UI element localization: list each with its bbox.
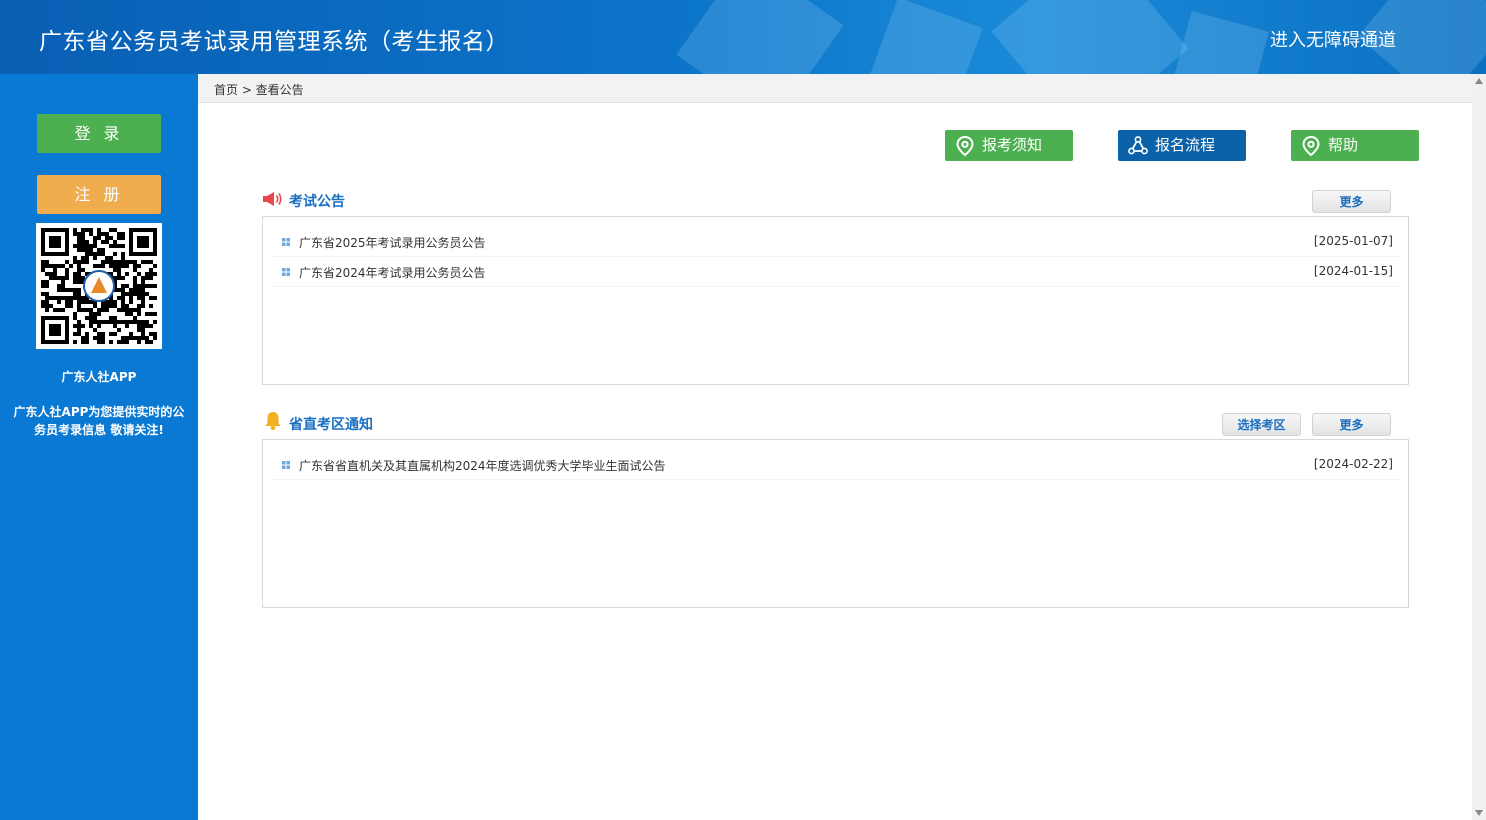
grid-bullet-icon xyxy=(282,461,290,469)
breadcrumb: 首页 > 查看公告 xyxy=(214,83,304,97)
notice-title[interactable]: 广东省省直机关及其直属机构2024年度选调优秀大学毕业生面试公告 xyxy=(299,457,666,474)
breadcrumb-bar: 首页 > 查看公告 xyxy=(198,74,1472,103)
announcement-title[interactable]: 广东省2025年考试录用公务员公告 xyxy=(299,234,486,251)
header-banner: 广东省公务员考试录用管理系统（考生报名） 进入无障碍通道 xyxy=(0,0,1486,74)
app-description: 广东人社APP为您提供实时的公务员考录信息 敬请关注! xyxy=(13,405,185,437)
help-label: 帮助 xyxy=(1328,136,1359,154)
location-pin-icon xyxy=(956,135,974,157)
app-name: 广东人社APP xyxy=(61,370,137,384)
location-pin-icon xyxy=(1302,135,1320,157)
page-title: 广东省公务员考试录用管理系统（考生报名） xyxy=(39,29,509,55)
district-notices-more-button[interactable]: 更多 xyxy=(1312,413,1391,436)
list-item[interactable]: 广东省2025年考试录用公务员公告 [2025-01-07] xyxy=(273,227,1401,257)
exam-notice-label: 报考须知 xyxy=(982,136,1043,154)
announcement-date: [2024-01-15] xyxy=(1313,264,1393,278)
scroll-up-icon[interactable] xyxy=(1475,78,1483,84)
sidebar: 登 录 注 册 广东人社APP 广东人社APP为您提供实时的公务员考录信息 敬请… xyxy=(0,74,198,820)
help-button[interactable]: 帮助 xyxy=(1291,130,1419,161)
qr-code-icon xyxy=(36,223,162,349)
exam-notice-button[interactable]: 报考须知 xyxy=(945,130,1073,161)
registration-flow-label: 报名流程 xyxy=(1155,136,1216,154)
exam-announcements-title: 考试公告 xyxy=(289,194,345,210)
share-triangle-icon xyxy=(1128,136,1148,155)
notice-date: [2024-02-22] xyxy=(1313,457,1393,471)
vertical-scrollbar[interactable] xyxy=(1472,74,1486,820)
announcement-title[interactable]: 广东省2024年考试录用公务员公告 xyxy=(299,264,486,281)
district-notices-panel: 广东省省直机关及其直属机构2024年度选调优秀大学毕业生面试公告 [2024-0… xyxy=(262,439,1409,608)
scroll-down-icon[interactable] xyxy=(1475,810,1483,816)
register-button[interactable]: 注 册 xyxy=(37,175,161,214)
accessible-channel-link[interactable]: 进入无障碍通道 xyxy=(1270,26,1396,52)
grid-bullet-icon xyxy=(282,238,290,246)
exam-announcements-more-button[interactable]: 更多 xyxy=(1312,190,1391,213)
bell-icon xyxy=(265,412,281,430)
district-notices-title: 省直考区通知 xyxy=(289,417,373,433)
list-item[interactable]: 广东省省直机关及其直属机构2024年度选调优秀大学毕业生面试公告 [2024-0… xyxy=(273,450,1401,480)
megaphone-icon xyxy=(263,192,282,206)
login-button[interactable]: 登 录 xyxy=(37,114,161,153)
announcement-date: [2025-01-07] xyxy=(1313,234,1393,248)
exam-announcements-panel: 广东省2025年考试录用公务员公告 [2025-01-07] 广东省2024年考… xyxy=(262,216,1409,385)
registration-flow-button[interactable]: 报名流程 xyxy=(1118,130,1246,161)
select-district-button[interactable]: 选择考区 xyxy=(1222,413,1301,436)
list-item[interactable]: 广东省2024年考试录用公务员公告 [2024-01-15] xyxy=(273,257,1401,287)
grid-bullet-icon xyxy=(282,268,290,276)
